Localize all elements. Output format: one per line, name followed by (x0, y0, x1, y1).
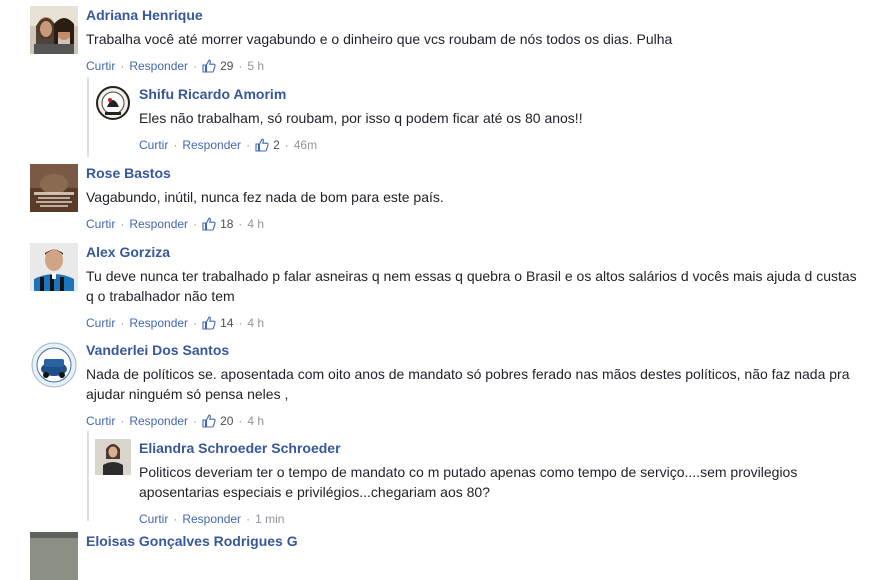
separator: · (173, 512, 178, 526)
comment-author[interactable]: Adriana Henrique (86, 6, 866, 24)
comment-author[interactable]: Eliandra Schroeder Schroeder (139, 439, 819, 457)
separator: · (120, 316, 125, 330)
avatar[interactable] (30, 341, 78, 389)
avatar[interactable] (95, 439, 131, 475)
like-count[interactable]: 2 (273, 138, 280, 152)
separator: · (120, 59, 125, 73)
reply-link[interactable]: Responder (129, 414, 188, 428)
comment-actions: Curtir · Responder · 18 · 4 h (86, 216, 866, 232)
comment-author[interactable]: Alex Gorziza (86, 243, 866, 261)
like-count[interactable]: 18 (220, 217, 233, 231)
reply-link[interactable]: Responder (129, 59, 188, 73)
comment-author[interactable]: Eloisas Gonçalves Rodrigues G (86, 532, 866, 550)
separator: · (284, 138, 289, 152)
avatar[interactable] (30, 532, 78, 580)
separator: · (238, 217, 243, 231)
reply-link[interactable]: Responder (182, 512, 241, 526)
separator: · (238, 414, 243, 428)
comment-text: Tu deve nunca ter trabalhado p falar asn… (86, 268, 857, 304)
reply-thread-line (87, 431, 89, 521)
like-link[interactable]: Curtir (139, 138, 168, 152)
separator: · (246, 512, 251, 526)
comment-text: Vagabundo, inútil, nunca fez nada de bom… (86, 189, 444, 205)
timestamp[interactable]: 1 min (255, 512, 284, 526)
reply-link[interactable]: Responder (129, 316, 188, 330)
comment-actions: Curtir · Responder · 14 · 4 h (86, 315, 866, 331)
comment-author[interactable]: Rose Bastos (86, 164, 866, 182)
comment-actions: Curtir · Responder · 20 · 4 h (86, 413, 866, 429)
timestamp[interactable]: 4 h (247, 414, 264, 428)
timestamp[interactable]: 46m (294, 138, 317, 152)
separator: · (120, 414, 125, 428)
avatar[interactable] (95, 85, 131, 121)
avatar[interactable] (30, 164, 78, 212)
thumbs-up-icon[interactable] (202, 414, 216, 428)
like-count[interactable]: 14 (220, 316, 233, 330)
like-link[interactable]: Curtir (139, 512, 168, 526)
comment-actions: Curtir · Responder · 29 · 5 h (86, 58, 866, 74)
separator: · (238, 316, 243, 330)
reply-link[interactable]: Responder (129, 217, 188, 231)
thumbs-up-icon[interactable] (202, 59, 216, 73)
separator: · (246, 138, 251, 152)
separator: · (193, 217, 198, 231)
timestamp[interactable]: 4 h (247, 217, 264, 231)
like-count[interactable]: 29 (220, 59, 233, 73)
separator: · (193, 414, 198, 428)
comment-text: Trabalha você até morrer vagabundo e o d… (86, 31, 673, 47)
comment-author[interactable]: Shifu Ricardo Amorim (139, 85, 819, 103)
comment-actions: Curtir · Responder · 1 min (139, 511, 819, 527)
thumbs-up-icon[interactable] (202, 217, 216, 231)
avatar[interactable] (30, 6, 78, 54)
reply-thread-line (87, 77, 89, 157)
like-link[interactable]: Curtir (86, 316, 115, 330)
like-count[interactable]: 20 (220, 414, 233, 428)
timestamp[interactable]: 5 h (247, 59, 264, 73)
reply-link[interactable]: Responder (182, 138, 241, 152)
comment-author[interactable]: Vanderlei Dos Santos (86, 341, 866, 359)
separator: · (193, 316, 198, 330)
like-link[interactable]: Curtir (86, 217, 115, 231)
comment-actions: Curtir · Responder · 2 · 46m (139, 137, 819, 153)
comment-text: Eles não trabalham, só roubam, por isso … (139, 110, 583, 126)
comment-text: Politicos deveriam ter o tempo de mandat… (139, 464, 798, 500)
thumbs-up-icon[interactable] (202, 316, 216, 330)
thumbs-up-icon[interactable] (255, 138, 269, 152)
timestamp[interactable]: 4 h (247, 316, 264, 330)
comment-text: Nada de políticos se. aposentada com oit… (86, 366, 850, 402)
separator: · (120, 217, 125, 231)
separator: · (193, 59, 198, 73)
like-link[interactable]: Curtir (86, 414, 115, 428)
like-link[interactable]: Curtir (86, 59, 115, 73)
avatar[interactable] (30, 243, 78, 291)
separator: · (238, 59, 243, 73)
separator: · (173, 138, 178, 152)
